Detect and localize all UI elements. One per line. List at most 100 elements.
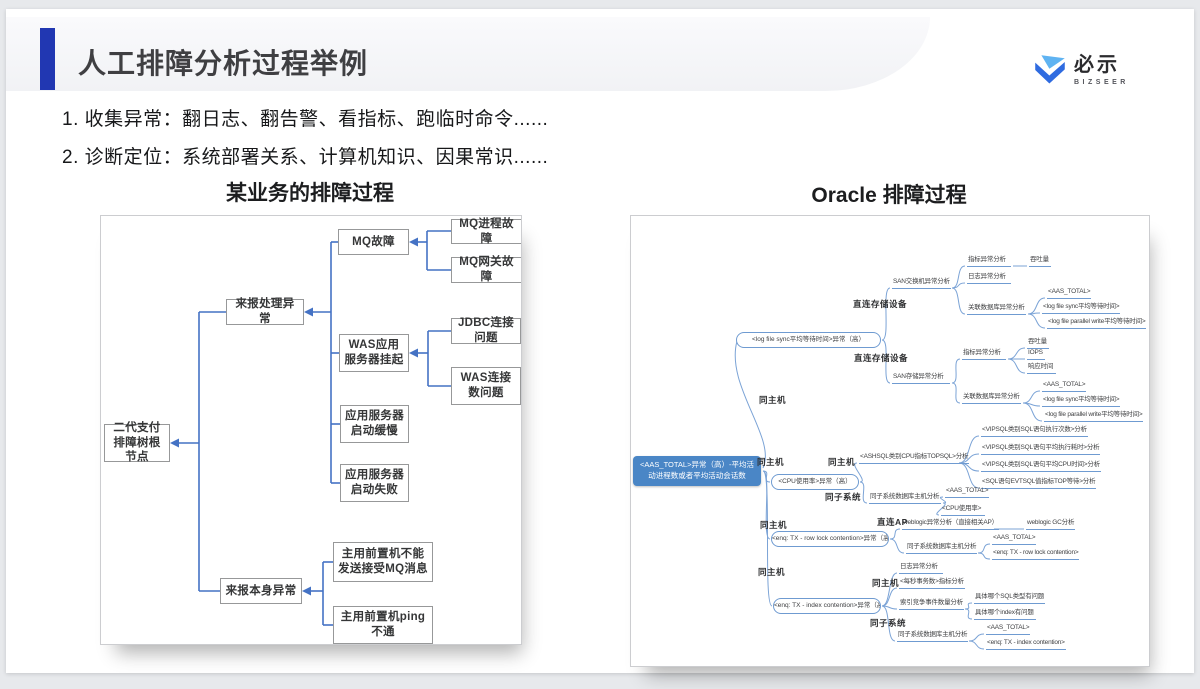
flow-node-was: WAS应用服务器挂起 xyxy=(339,334,409,372)
mindmap-topic-san2: SAN存储异常分析 xyxy=(892,371,950,384)
mindmap-topic-vip3: <VIPSQL类别SQL语句平均CPU时间>分析 xyxy=(981,459,1101,472)
slide-title: 人工排障分析过程举例 xyxy=(78,42,368,82)
mindmap-connector xyxy=(1008,359,1025,373)
mindmap-topic-lfs2: <log file sync平均等待时间> xyxy=(1042,394,1120,407)
mindmap-connector xyxy=(1008,348,1025,359)
mindmap-connector xyxy=(978,553,990,559)
mindmap-topic-wlgc: weblogic GC分析 xyxy=(1026,517,1075,530)
flow-arrowhead xyxy=(170,439,179,448)
mindmap-branch-label: 同主机 xyxy=(757,456,784,468)
logo-name: 必示 xyxy=(1074,55,1129,75)
mindmap-node-A: <log file sync平均等待时间>异常（高） xyxy=(736,332,881,348)
right-diagram-connectors xyxy=(631,216,1149,666)
mindmap-topic-zb1: 指标异常分析 xyxy=(967,254,1011,267)
mindmap-topic-aas2: <AAS_TOTAL> xyxy=(1042,379,1086,392)
mindmap-branch-label: 同子系统 xyxy=(870,617,906,629)
mindmap-topic-zxtD: 同子系统数据库主机分析 xyxy=(897,629,968,642)
mindmap-topic-sq1: 具体哪个SQL类型有问题 xyxy=(974,591,1045,604)
mindmap-topic-lfpw2: <log file parallel write平均等待时间> xyxy=(1044,409,1143,422)
mindmap-topic-vip2: <VIPSQL类别SQL语句平均执行耗时>分析 xyxy=(981,442,1100,455)
right-diagram-title: Oracle 排障过程 xyxy=(630,179,1148,209)
flow-node-ping: 主用前置机ping不通 xyxy=(333,606,433,644)
mindmap-branch-label: 直连存储设备 xyxy=(854,352,908,364)
slide: 人工排障分析过程举例 必示 BIZSEER 1. 收集异常：翻日志、翻告警、看指… xyxy=(6,9,1194,673)
flow-node-wascon: WAS连接数问题 xyxy=(451,367,521,405)
mindmap-topic-zxtC: 同子系统数据库主机分析 xyxy=(906,541,977,554)
mindmap-connector xyxy=(965,609,972,619)
mindmap-topic-enqC: <enq: TX - row lock contention> xyxy=(992,547,1079,560)
intro-line-2: 2. 诊断定位：系统部署关系、计算机知识、因果常识...... xyxy=(62,142,548,169)
mindmap-connector xyxy=(969,641,984,649)
mindmap-connector xyxy=(952,288,965,314)
title-accent-bar xyxy=(40,28,55,90)
mindmap-topic-gl1: 关联数据库异常分析 xyxy=(967,302,1026,315)
mindmap-connector xyxy=(978,544,990,553)
mindmap-node-D: <enq: TX - index contention>异常（高） xyxy=(773,598,881,614)
mindmap-topic-vip4: <SQL语句EVTSQL值指标TOP等待>分析 xyxy=(981,476,1096,489)
mindmap-connector xyxy=(882,288,890,340)
flow-node-jdbc: JDBC连接问题 xyxy=(451,318,521,344)
flow-arrowhead xyxy=(302,587,311,596)
mindmap-branch-label: 直连存储设备 xyxy=(853,298,907,310)
mindmap-branch-label: 同主机 xyxy=(758,566,785,578)
mindmap-topic-sq2: 具体哪个index有问题 xyxy=(974,607,1036,620)
mindmap-connector xyxy=(952,383,960,403)
mindmap-topic-enqD: <enq: TX - index contention> xyxy=(986,637,1066,650)
mindmap-topic-lfpw1: <log file parallel write平均等待时间> xyxy=(1047,316,1146,329)
mindmap-topic-rz1: 日志异常分析 xyxy=(967,271,1011,284)
bizseer-logo-icon xyxy=(1034,54,1066,86)
right-diagram-panel: <AAS_TOTAL>异常（高）-平均活动进程数或者平均活动会话数 <log fi… xyxy=(630,215,1150,667)
mindmap-topic-vip1: <VIPSQL类别SQL语句执行次数>分析 xyxy=(981,424,1088,437)
mindmap-topic-lfs1: <log file sync平均等待时间> xyxy=(1042,301,1120,314)
flow-node-mqproc: MQ进程故障 xyxy=(451,219,522,244)
mindmap-connector xyxy=(965,603,972,609)
intro-line-1: 1. 收集异常：翻日志、翻告警、看指标、跑临时命令...... xyxy=(62,104,548,131)
mindmap-connector xyxy=(1023,391,1040,403)
mindmap-topic-ash: <ASHSQL类别CPU指标TOPSQL>分析 xyxy=(859,451,969,464)
mindmap-topic-aasB: <AAS_TOTAL> xyxy=(945,485,989,498)
mindmap-branch-label: 同主机 xyxy=(828,456,855,468)
mindmap-connector xyxy=(890,529,900,539)
flow-arrowhead xyxy=(409,238,418,247)
mindmap-topic-syD: 索引竞争事件数量分析 xyxy=(899,597,964,610)
flow-node-fail: 应用服务器启动失败 xyxy=(340,464,409,502)
mindmap-topic-tt1: 吞吐量 xyxy=(1029,254,1051,267)
logo-subtitle: BIZSEER xyxy=(1074,79,1129,86)
mindmap-connector xyxy=(969,634,984,641)
mindmap-topic-san1: SAN交换机异常分析 xyxy=(892,276,951,289)
mindmap-topic-gl2: 关联数据库异常分析 xyxy=(962,391,1021,404)
mindmap-connector xyxy=(1028,314,1045,328)
mindmap-topic-msD: <每秒事务数>指标分析 xyxy=(899,576,965,589)
mindmap-connector xyxy=(890,539,904,553)
mindmap-topic-iops: IOPS xyxy=(1027,347,1045,360)
mindmap-root: <AAS_TOTAL>异常（高）-平均活动进程数或者平均活动会话数 xyxy=(633,456,761,486)
flow-arrowhead xyxy=(409,349,418,358)
mindmap-connector xyxy=(952,266,965,288)
mindmap-branch-label: 同主机 xyxy=(760,519,787,531)
flow-arrowhead xyxy=(304,308,313,317)
mindmap-topic-aasD: <AAS_TOTAL> xyxy=(986,622,1030,635)
left-diagram-title: 某业务的排障过程 xyxy=(100,177,520,207)
flow-node-mq: MQ故障 xyxy=(338,229,409,255)
mindmap-node-C: <enq: TX - row lock contention>异常（高） xyxy=(771,531,889,547)
mindmap-branch-label: 同主机 xyxy=(759,394,786,406)
mindmap-connector xyxy=(860,482,867,503)
mindmap-topic-zb2: 指标异常分析 xyxy=(962,347,1006,360)
flow-node-root: 二代支付排障树根节点 xyxy=(104,424,170,462)
flow-node-mqgw: MQ网关故障 xyxy=(451,257,522,283)
mindmap-topic-xysj: 响应时间 xyxy=(1027,361,1056,374)
flow-node-process: 来报处理异常 xyxy=(226,299,304,325)
mindmap-connector xyxy=(952,359,960,383)
bizseer-logo: 必示 BIZSEER xyxy=(1034,54,1129,86)
mindmap-topic-zxtB: 同子系统数据库主机分析 xyxy=(869,491,941,504)
flow-node-self: 来报本身异常 xyxy=(220,578,302,604)
mindmap-topic-rzD: 日志异常分析 xyxy=(899,561,943,574)
mindmap-branch-label: 同子系统 xyxy=(825,491,861,503)
mindmap-topic-cpuB: <CPU使用率> xyxy=(941,503,985,516)
flow-node-slow: 应用服务器启动缓慢 xyxy=(340,405,409,443)
mindmap-topic-aas1: <AAS_TOTAL> xyxy=(1047,286,1091,299)
left-diagram-panel: 二代支付排障树根节点 来报处理异常来报本身异常 MQ故障 WAS应用服务器挂起应用服务… xyxy=(100,215,522,645)
mindmap-node-B: <CPU使用率>异常（高） xyxy=(771,474,859,490)
mindmap-branch-label: 同主机 xyxy=(872,577,899,589)
mindmap-topic-aasC: <AAS_TOTAL> xyxy=(992,532,1036,545)
